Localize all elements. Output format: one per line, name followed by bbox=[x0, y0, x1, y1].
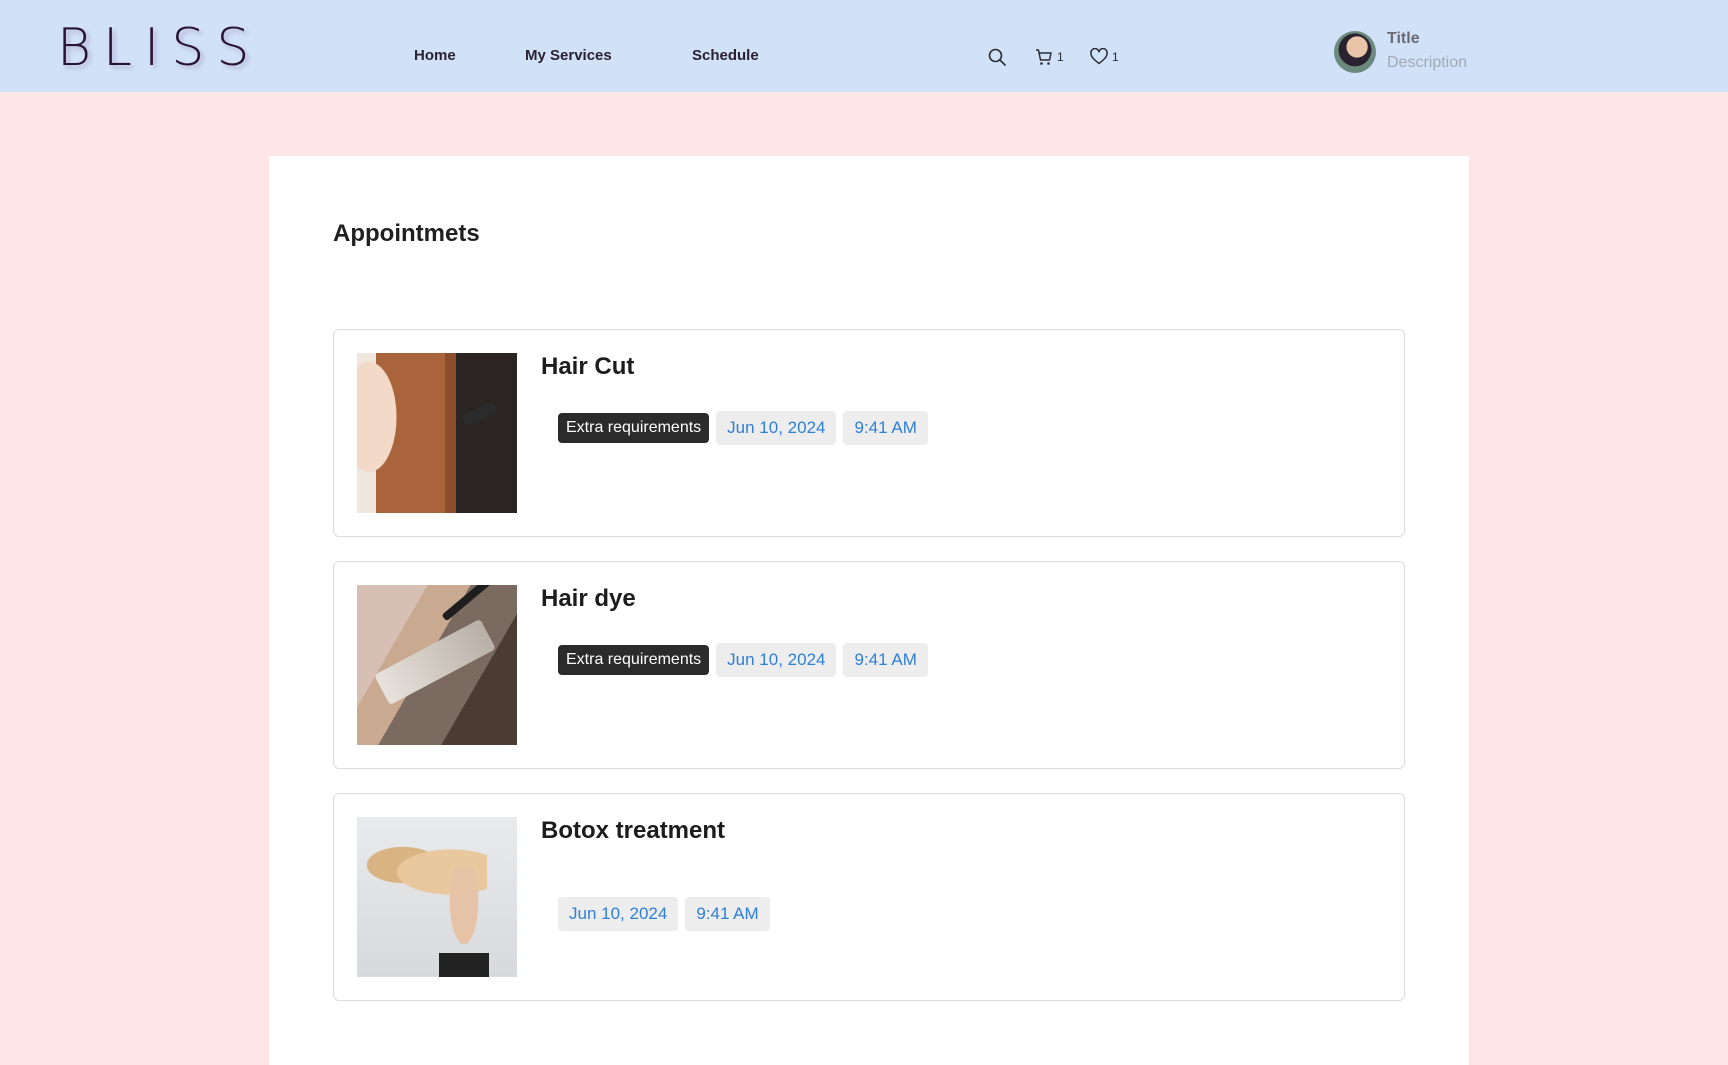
appointment-date: Jun 10, 2024 bbox=[716, 411, 837, 445]
heart-icon bbox=[1090, 48, 1108, 65]
nav-home[interactable]: Home bbox=[414, 47, 456, 64]
hair-dye-image bbox=[357, 585, 517, 745]
appointment-title: Hair Cut bbox=[541, 353, 635, 380]
appointment-date: Jun 10, 2024 bbox=[716, 643, 837, 677]
nav-schedule[interactable]: Schedule bbox=[692, 47, 759, 64]
appointment-time: 9:41 AM bbox=[843, 643, 928, 677]
appointment-title: Hair dye bbox=[541, 585, 636, 612]
appointment-time: 9:41 AM bbox=[843, 411, 928, 445]
top-navigation-bar: BLISS Home My Services Schedule 1 1 Titl… bbox=[0, 0, 1728, 92]
appointment-tags: Extra requirements Jun 10, 2024 9:41 AM bbox=[558, 411, 928, 445]
favorites-count: 1 bbox=[1112, 49, 1119, 64]
search-icon bbox=[988, 48, 1006, 66]
page-title: Appointmets bbox=[333, 220, 480, 247]
extra-requirements-badge[interactable]: Extra requirements bbox=[558, 645, 710, 675]
appointment-card[interactable]: Hair dye Extra requirements Jun 10, 2024… bbox=[333, 561, 1405, 769]
user-avatar[interactable] bbox=[1334, 31, 1376, 73]
cart-button[interactable]: 1 bbox=[1035, 48, 1064, 66]
user-title: Title bbox=[1387, 30, 1420, 47]
extra-requirements-badge[interactable]: Extra requirements bbox=[558, 413, 710, 443]
cart-count: 1 bbox=[1057, 50, 1064, 64]
bliss-logo[interactable]: BLISS bbox=[57, 18, 261, 78]
nav-my-services[interactable]: My Services bbox=[525, 47, 612, 64]
appointment-tags: Extra requirements Jun 10, 2024 9:41 AM bbox=[558, 643, 928, 677]
botox-treatment-image bbox=[357, 817, 517, 977]
favorites-button[interactable]: 1 bbox=[1090, 48, 1119, 65]
user-description: Description bbox=[1387, 54, 1468, 71]
appointment-time: 9:41 AM bbox=[685, 897, 770, 931]
appointment-title: Botox treatment bbox=[541, 817, 726, 844]
cart-icon bbox=[1035, 48, 1053, 66]
search-button[interactable] bbox=[988, 48, 1006, 66]
appointment-date: Jun 10, 2024 bbox=[558, 897, 679, 931]
appointment-card[interactable]: Botox treatment Jun 10, 2024 9:41 AM bbox=[333, 793, 1405, 1001]
appointment-card[interactable]: Hair Cut Extra requirements Jun 10, 2024… bbox=[333, 329, 1405, 537]
appointment-tags: Jun 10, 2024 9:41 AM bbox=[558, 897, 770, 931]
hair-cut-image bbox=[357, 353, 517, 513]
